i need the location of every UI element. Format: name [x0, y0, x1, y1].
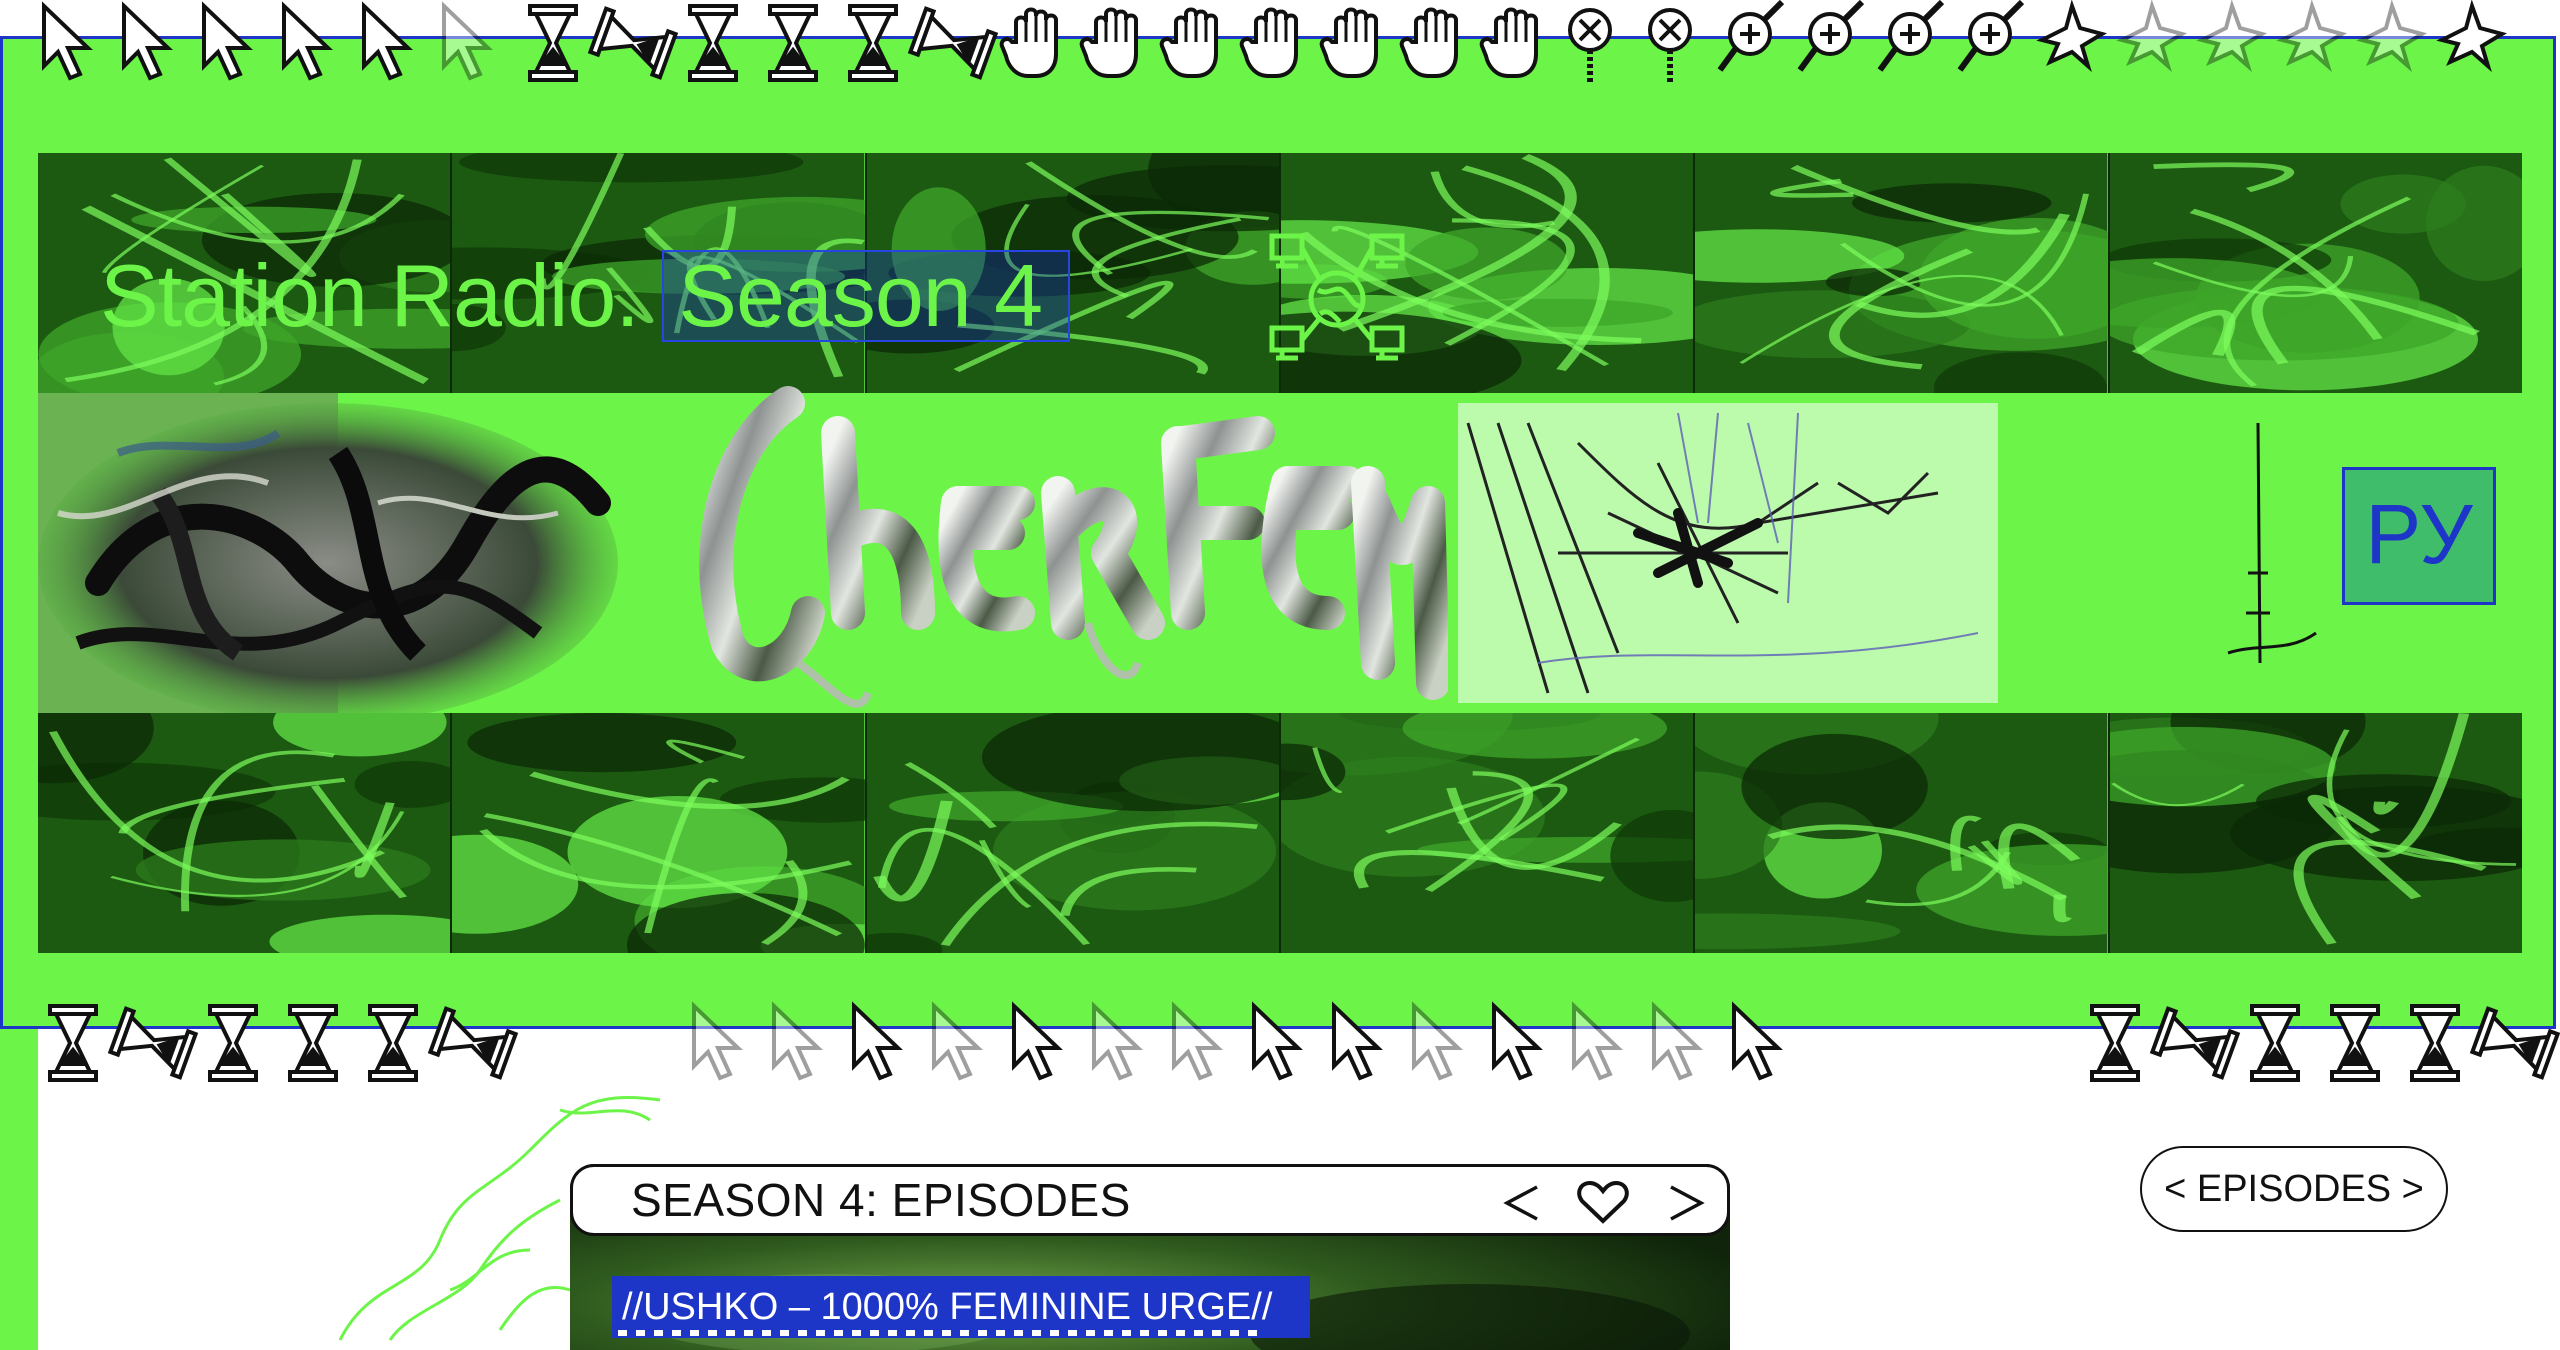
zoom-out-cursor-icon: [1648, 8, 1692, 82]
side-strip: [0, 1029, 38, 1350]
hourglass-cursor-icon: [427, 1006, 519, 1080]
hand-cursor-icon: [999, 7, 1058, 78]
hourglass-cursor-icon: [2469, 1006, 2560, 1080]
arrow-cursor-icon: [1252, 1001, 1303, 1081]
favorite-button[interactable]: [1575, 1175, 1631, 1231]
zoom-in-cursor-icon: [1957, 0, 2025, 72]
page-title: Station Radio. Season 4: [100, 250, 1071, 342]
hand-cursor-icon: [1159, 7, 1218, 78]
hourglass-cursor-icon: [2330, 1004, 2380, 1082]
chevron-right-icon: [1670, 1185, 1705, 1221]
hourglass-cursor-icon: [48, 1004, 98, 1082]
network-globe-icon[interactable]: [1268, 230, 1406, 368]
hourglass-cursor-icon: [107, 1006, 199, 1080]
arrow-cursor-icon: [282, 1, 333, 81]
arrow-cursor-icon: [852, 1001, 903, 1081]
arrow-cursor-icon: [772, 1001, 823, 1081]
hand-cursor-icon: [1319, 7, 1378, 78]
video-frame-image: [866, 713, 1281, 953]
heart-icon: [1577, 1180, 1629, 1224]
arrow-cursor-icon: [1332, 1001, 1383, 1081]
pointer-x-cursor-icon: [2036, 0, 2108, 73]
hourglass-cursor-icon: [2410, 1004, 2460, 1082]
title-plain: Station Radio.: [100, 246, 640, 345]
hand-cursor-icon: [1239, 7, 1298, 78]
hourglass-cursor-icon: [528, 4, 578, 82]
zoom-out-cursor-icon: [1568, 8, 1612, 82]
hourglass-cursor-icon: [208, 1004, 258, 1082]
hourglass-cursor-icon: [587, 6, 679, 80]
arrow-cursor-icon: [1092, 1001, 1143, 1081]
pointer-x-cursor-icon: [2276, 0, 2348, 73]
chevron-left-icon: [1503, 1185, 1538, 1221]
hand-cursor-icon: [1399, 7, 1458, 78]
hand-cursor-icon: [1479, 7, 1538, 78]
cursor-row-bottom-right: [2078, 1000, 2560, 1090]
episodes-panel: SEASON 4: EPISODES //USHKO – 1000% FEMIN…: [570, 1164, 1730, 1350]
pointer-x-cursor-icon: [2116, 0, 2188, 73]
video-frame-image: [2109, 153, 2522, 393]
hourglass-cursor-icon: [688, 4, 738, 82]
zoom-in-cursor-icon: [1717, 0, 1785, 72]
hourglass-cursor-icon: [768, 4, 818, 82]
cursor-row-bottom-center: [686, 1000, 1806, 1090]
hand-cursor-icon: [1079, 7, 1138, 78]
video-frame-image: [452, 713, 867, 953]
hourglass-cursor-icon: [288, 1004, 338, 1082]
current-episode-title[interactable]: //USHKO – 1000% FEMININE URGE//: [612, 1276, 1311, 1338]
cursor-row-top: [36, 0, 2516, 90]
arrow-cursor-icon: [1572, 1001, 1623, 1081]
arrow-cursor-icon: [442, 1, 493, 81]
video-frame-image: [1280, 713, 1696, 953]
arrow-cursor-icon: [1492, 1001, 1543, 1081]
scribble-collage-image: [38, 393, 618, 713]
hourglass-cursor-icon: [2149, 1006, 2241, 1080]
arrow-cursor-icon: [1012, 1001, 1063, 1081]
hourglass-cursor-icon: [368, 1004, 418, 1082]
arrow-cursor-icon: [42, 1, 93, 81]
arrow-cursor-icon: [1732, 1001, 1783, 1081]
video-frame-image: [1695, 713, 2110, 953]
zoom-in-cursor-icon: [1797, 0, 1865, 72]
episodes-nav-button[interactable]: < EPISODES >: [2140, 1146, 2448, 1232]
zoom-in-cursor-icon: [1877, 0, 1945, 72]
cursor-row-bottom-left: [36, 1000, 519, 1090]
language-switch-button[interactable]: РУ: [2342, 467, 2496, 605]
title-highlight: Season 4: [662, 250, 1071, 342]
pointer-x-cursor-icon: [2436, 0, 2508, 73]
pointer-x-cursor-icon: [2196, 0, 2268, 73]
pointer-x-cursor-icon: [2356, 0, 2428, 73]
hourglass-cursor-icon: [2090, 1004, 2140, 1082]
arrow-cursor-icon: [202, 1, 253, 81]
video-frame-image: [1695, 153, 2110, 393]
episodes-title: SEASON 4: EPISODES: [631, 1174, 1131, 1226]
arrow-cursor-icon: [1172, 1001, 1223, 1081]
arrow-cursor-icon: [122, 1, 173, 81]
video-frame-image: [38, 713, 453, 953]
arrow-cursor-icon: [932, 1001, 983, 1081]
line-sketch-image: [1458, 403, 1998, 703]
hourglass-cursor-icon: [2250, 1004, 2300, 1082]
arrow-cursor-icon: [1412, 1001, 1463, 1081]
hourglass-cursor-icon: [907, 6, 999, 80]
video-frame-image: [2109, 713, 2522, 953]
arrow-cursor-icon: [362, 1, 413, 81]
hourglass-cursor-icon: [848, 4, 898, 82]
arrow-cursor-icon: [692, 1001, 743, 1081]
episodes-header: SEASON 4: EPISODES: [570, 1164, 1730, 1236]
next-episode-button[interactable]: [1659, 1175, 1715, 1231]
video-strip-bottom: [38, 713, 2522, 953]
arrow-cursor-icon: [1652, 1001, 1703, 1081]
art-row: [38, 386, 2522, 713]
chertem-logo: [699, 386, 1448, 708]
prev-episode-button[interactable]: [1493, 1175, 1549, 1231]
sword-sketch-image: [2227, 422, 2317, 664]
